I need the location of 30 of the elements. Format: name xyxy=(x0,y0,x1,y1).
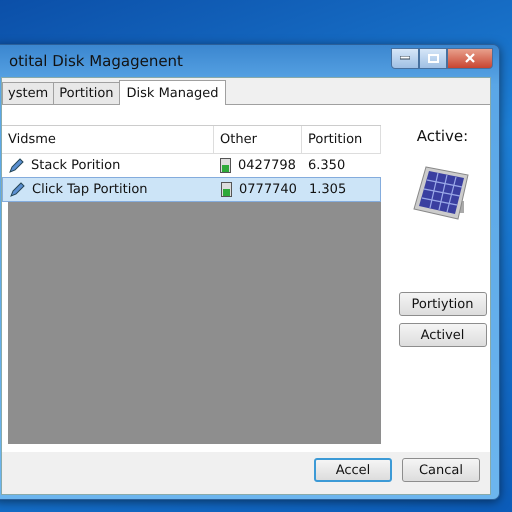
table-cell: 0427798 xyxy=(238,158,296,173)
table-cell: 0777740 xyxy=(239,182,297,197)
table-cell: Click Tap Portition xyxy=(32,182,148,197)
table-row[interactable]: Stack Porition 0427798 6.350 xyxy=(2,154,381,177)
close-button[interactable] xyxy=(447,48,493,68)
minimize-button[interactable] xyxy=(391,48,419,68)
table-row[interactable]: Click Tap Portition 0777740 1.305 xyxy=(2,177,381,202)
maximize-icon xyxy=(428,54,438,62)
drive-icon xyxy=(220,158,231,173)
tab[interactable]: Portition xyxy=(53,82,120,104)
minimize-icon xyxy=(400,56,410,60)
dialog-button[interactable]: Accel xyxy=(314,458,392,482)
table-cell: 1.305 xyxy=(309,182,346,197)
tab[interactable]: ystem xyxy=(2,82,54,104)
side-button[interactable]: Portiytion xyxy=(398,292,486,316)
active-label: Active: xyxy=(416,127,468,145)
table-cell: 6.350 xyxy=(308,158,346,173)
window-title: otital Disk Magagenent xyxy=(8,52,183,70)
column-header[interactable]: Vidsme xyxy=(2,126,214,153)
drive-icon xyxy=(221,182,232,197)
maximize-button[interactable] xyxy=(419,48,447,68)
tab[interactable]: Disk Managed xyxy=(118,80,226,105)
table-cell: Stack Porition xyxy=(31,158,120,173)
close-icon xyxy=(465,53,475,63)
dialog-button[interactable]: Cancal xyxy=(402,458,480,482)
side-button[interactable]: Activel xyxy=(398,323,486,347)
pencil-icon xyxy=(9,182,25,198)
pencil-icon xyxy=(8,158,24,174)
column-header[interactable]: Portition xyxy=(302,126,381,153)
column-header[interactable]: Other xyxy=(214,126,302,153)
